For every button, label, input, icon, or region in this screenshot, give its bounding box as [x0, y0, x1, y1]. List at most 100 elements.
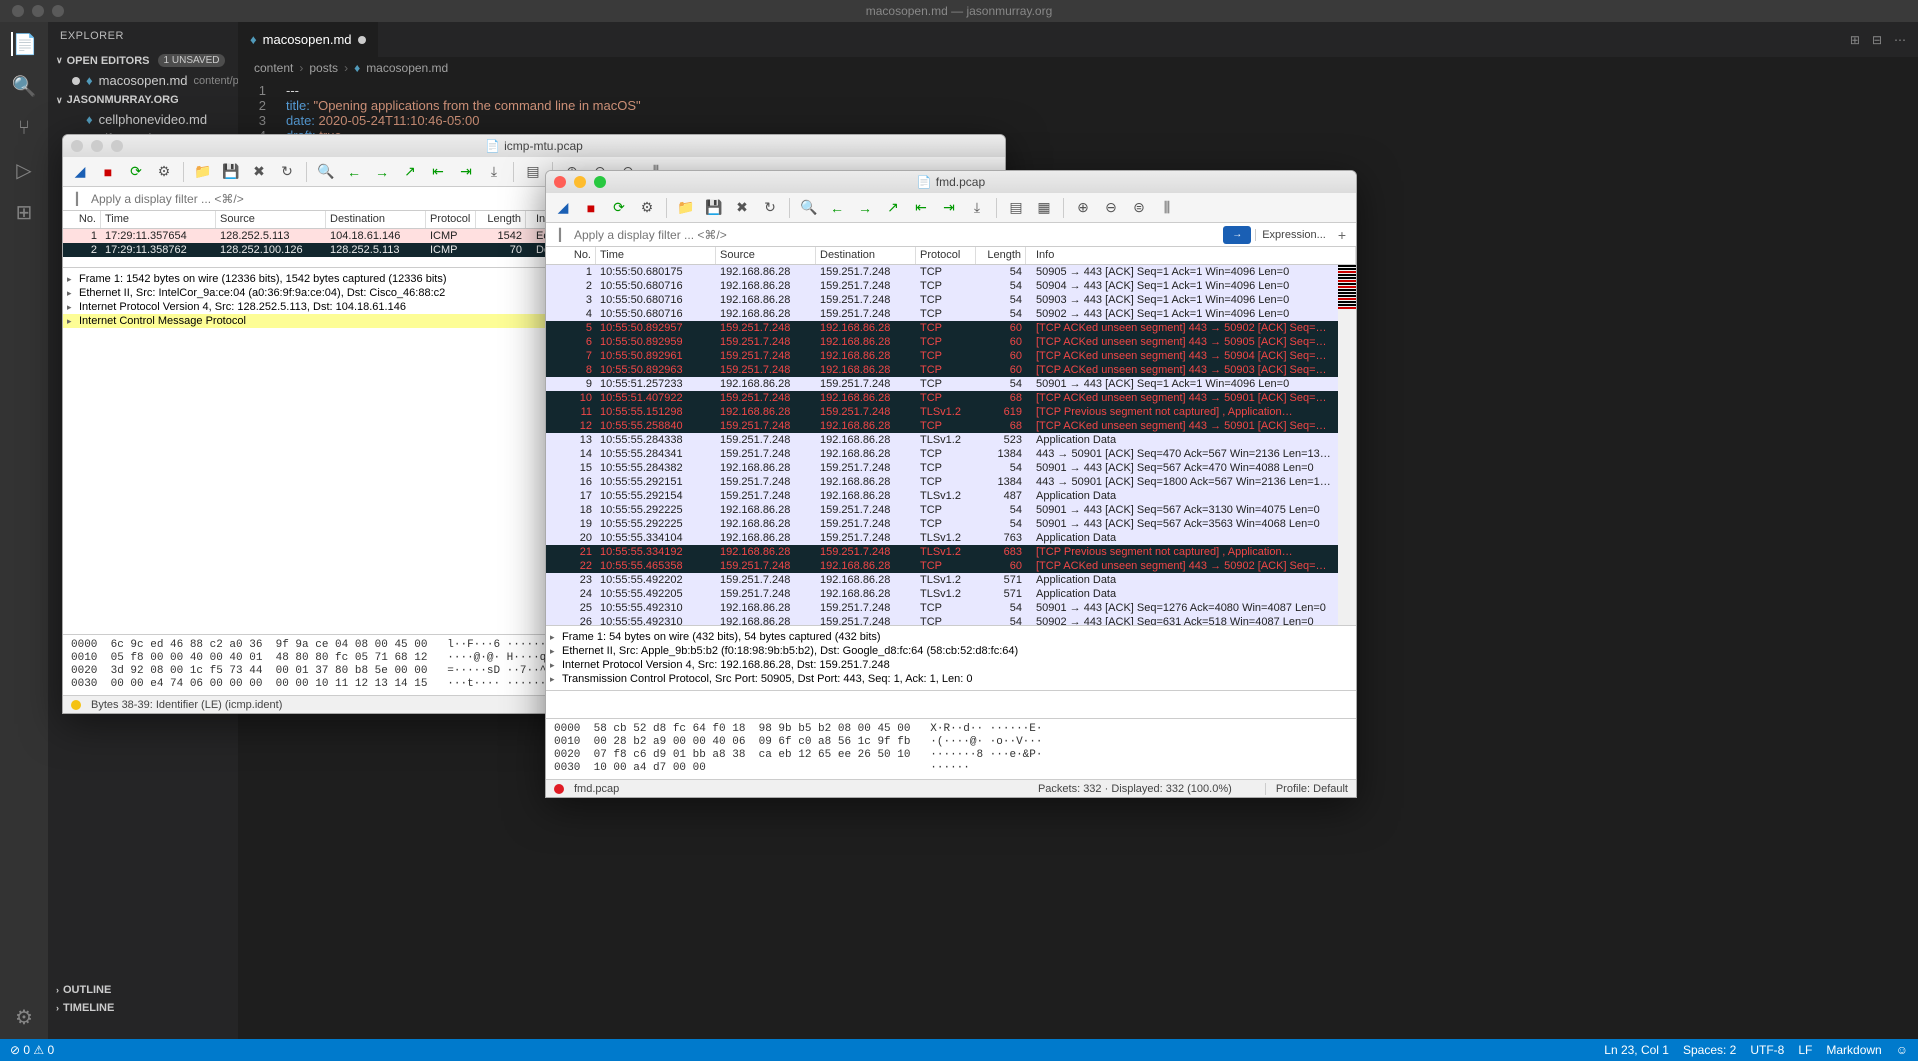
zoom-reset-icon[interactable]: ⊜ — [1128, 197, 1150, 219]
packet-row[interactable]: 410:55:50.680716192.168.86.28159.251.7.2… — [546, 307, 1356, 321]
autoscroll-icon[interactable]: ⤓ — [483, 161, 505, 183]
packet-row[interactable]: 2610:55:55.492310192.168.86.28159.251.7.… — [546, 615, 1356, 625]
breadcrumb-item[interactable]: posts — [309, 61, 338, 75]
detail-ip[interactable]: Internet Protocol Version 4, Src: 192.16… — [546, 658, 1356, 672]
colorize-icon[interactable]: ▤ — [1005, 197, 1027, 219]
maximize-icon[interactable] — [111, 140, 123, 152]
debug-icon[interactable]: ▷ — [12, 158, 36, 182]
packet-row[interactable]: 110:55:50.680175192.168.86.28159.251.7.2… — [546, 265, 1356, 279]
packet-row[interactable]: 1410:55:55.284341159.251.7.248192.168.86… — [546, 447, 1356, 461]
packet-row[interactable]: 1210:55:55.258840159.251.7.248192.168.86… — [546, 419, 1356, 433]
outline-section[interactable]: ›OUTLINE — [48, 981, 238, 999]
next-icon[interactable]: → — [854, 197, 876, 219]
close-icon[interactable] — [12, 5, 24, 17]
ws2-hex[interactable]: 0000 58 cb 52 d8 fc 64 f0 18 98 9b b5 b2… — [546, 718, 1356, 779]
options-icon[interactable]: ⚙ — [636, 197, 658, 219]
colorize-icon[interactable]: ▤ — [522, 161, 544, 183]
packet-row[interactable]: 1110:55:55.151298192.168.86.28159.251.7.… — [546, 405, 1356, 419]
packet-row[interactable]: 1610:55:55.292151159.251.7.248192.168.86… — [546, 475, 1356, 489]
open-editor-item[interactable]: ♦ macosopen.md content/posts — [48, 71, 238, 90]
close-icon[interactable] — [554, 176, 566, 188]
reload-icon[interactable]: ↻ — [276, 161, 298, 183]
minimize-icon[interactable] — [574, 176, 586, 188]
packet-row[interactable]: 2010:55:55.334104192.168.86.28159.251.7.… — [546, 531, 1356, 545]
status-item[interactable]: LF — [1798, 1043, 1812, 1057]
packet-row[interactable]: 1910:55:55.292225192.168.86.28159.251.7.… — [546, 517, 1356, 531]
ws2-titlebar[interactable]: 📄fmd.pcap — [546, 171, 1356, 193]
display-filter-input[interactable] — [570, 226, 1219, 244]
status-item[interactable]: ☺ — [1896, 1043, 1908, 1057]
split-editor-icon[interactable]: ⊞ — [1850, 33, 1860, 47]
expert-info-icon[interactable] — [554, 784, 564, 794]
explorer-icon[interactable]: 📄 — [11, 32, 35, 56]
packet-row[interactable]: 1810:55:55.292225192.168.86.28159.251.7.… — [546, 503, 1356, 517]
packet-row[interactable]: 810:55:50.892963159.251.7.248192.168.86.… — [546, 363, 1356, 377]
packet-row[interactable]: 1310:55:55.284338159.251.7.248192.168.86… — [546, 433, 1356, 447]
ws2-filter[interactable]: ▕▏ → Expression... + — [546, 223, 1356, 247]
bookmark-icon[interactable]: ▕▏ — [67, 192, 87, 206]
problems-status[interactable]: ⊘ 0 ⚠ 0 — [10, 1043, 54, 1057]
options-icon[interactable]: ⚙ — [153, 161, 175, 183]
next-icon[interactable]: → — [371, 161, 393, 183]
last-icon[interactable]: ⇥ — [455, 161, 477, 183]
restart-icon[interactable]: ⟳ — [125, 161, 147, 183]
detail-frame[interactable]: Frame 1: 54 bytes on wire (432 bits), 54… — [546, 630, 1356, 644]
status-item[interactable]: Ln 23, Col 1 — [1604, 1043, 1669, 1057]
status-item[interactable]: UTF-8 — [1750, 1043, 1784, 1057]
maximize-icon[interactable] — [594, 176, 606, 188]
packet-row[interactable]: 1510:55:55.284382192.168.86.28159.251.7.… — [546, 461, 1356, 475]
find-icon[interactable]: 🔍 — [315, 161, 337, 183]
packet-row[interactable]: 310:55:50.680716192.168.86.28159.251.7.2… — [546, 293, 1356, 307]
packet-row[interactable]: 2410:55:55.492205159.251.7.248192.168.86… — [546, 587, 1356, 601]
detail-eth[interactable]: Ethernet II, Src: Apple_9b:b5:b2 (f0:18:… — [546, 644, 1356, 658]
packet-scrollstrip[interactable] — [1338, 265, 1356, 625]
goto-icon[interactable]: ↗ — [882, 197, 904, 219]
add-filter-icon[interactable]: + — [1332, 227, 1352, 243]
save-icon[interactable]: 💾 — [220, 161, 242, 183]
timeline-section[interactable]: ›TIMELINE — [48, 999, 238, 1017]
ws1-titlebar[interactable]: 📄icmp-mtu.pcap — [63, 135, 1005, 157]
workspace-section[interactable]: ∨ JASONMURRAY.ORG — [48, 90, 238, 110]
status-item[interactable]: Markdown — [1826, 1043, 1881, 1057]
first-icon[interactable]: ⇤ — [427, 161, 449, 183]
packet-row[interactable]: 1710:55:55.292154159.251.7.248192.168.86… — [546, 489, 1356, 503]
breadcrumb-item[interactable]: content — [254, 61, 293, 75]
open-editors-section[interactable]: ∨ OPEN EDITORS 1 UNSAVED — [48, 50, 238, 71]
packet-row[interactable]: 2110:55:55.334192192.168.86.28159.251.7.… — [546, 545, 1356, 559]
profile-label[interactable]: Profile: Default — [1265, 783, 1348, 795]
minimize-icon[interactable] — [32, 5, 44, 17]
packet-row[interactable]: 2310:55:55.492202159.251.7.248192.168.86… — [546, 573, 1356, 587]
packet-row[interactable]: 1010:55:51.407922159.251.7.248192.168.86… — [546, 391, 1356, 405]
packet-row[interactable]: 2210:55:55.465358159.251.7.248192.168.86… — [546, 559, 1356, 573]
extensions-icon[interactable]: ⊞ — [12, 200, 36, 224]
prev-icon[interactable]: ← — [343, 161, 365, 183]
stop-icon[interactable]: ■ — [580, 197, 602, 219]
apply-filter-button[interactable]: → — [1223, 226, 1251, 244]
search-icon[interactable]: 🔍 — [12, 74, 36, 98]
gear-icon[interactable]: ⚙ — [12, 1005, 36, 1029]
maximize-icon[interactable] — [52, 5, 64, 17]
colorize2-icon[interactable]: ▦ — [1033, 197, 1055, 219]
ws2-detail[interactable]: Frame 1: 54 bytes on wire (432 bits), 54… — [546, 625, 1356, 690]
status-item[interactable]: Spaces: 2 — [1683, 1043, 1736, 1057]
expert-info-icon[interactable] — [71, 700, 81, 710]
source-control-icon[interactable]: ⑂ — [12, 116, 36, 140]
packet-row[interactable]: 610:55:50.892959159.251.7.248192.168.86.… — [546, 335, 1356, 349]
find-icon[interactable]: 🔍 — [798, 197, 820, 219]
zoom-out-icon[interactable]: ⊖ — [1100, 197, 1122, 219]
close-file-icon[interactable]: ✖ — [248, 161, 270, 183]
minimize-icon[interactable] — [91, 140, 103, 152]
close-file-icon[interactable]: ✖ — [731, 197, 753, 219]
save-icon[interactable]: 💾 — [703, 197, 725, 219]
breadcrumb-item[interactable]: macosopen.md — [366, 61, 448, 75]
reload-icon[interactable]: ↻ — [759, 197, 781, 219]
more-icon[interactable]: ⋯ — [1894, 33, 1906, 47]
ws2-headers[interactable]: No. Time Source Destination Protocol Len… — [546, 247, 1356, 265]
resize-cols-icon[interactable]: ⫼ — [1156, 197, 1178, 219]
autoscroll-icon[interactable]: ⤓ — [966, 197, 988, 219]
expression-button[interactable]: Expression... — [1255, 229, 1332, 241]
open-icon[interactable]: 📁 — [675, 197, 697, 219]
wireshark-window-fmd[interactable]: 📄fmd.pcap ◢ ■ ⟳ ⚙ 📁 💾 ✖ ↻ 🔍 ← → ↗ ⇤ ⇥ ⤓ … — [545, 170, 1357, 798]
close-icon[interactable] — [71, 140, 83, 152]
restart-icon[interactable]: ⟳ — [608, 197, 630, 219]
